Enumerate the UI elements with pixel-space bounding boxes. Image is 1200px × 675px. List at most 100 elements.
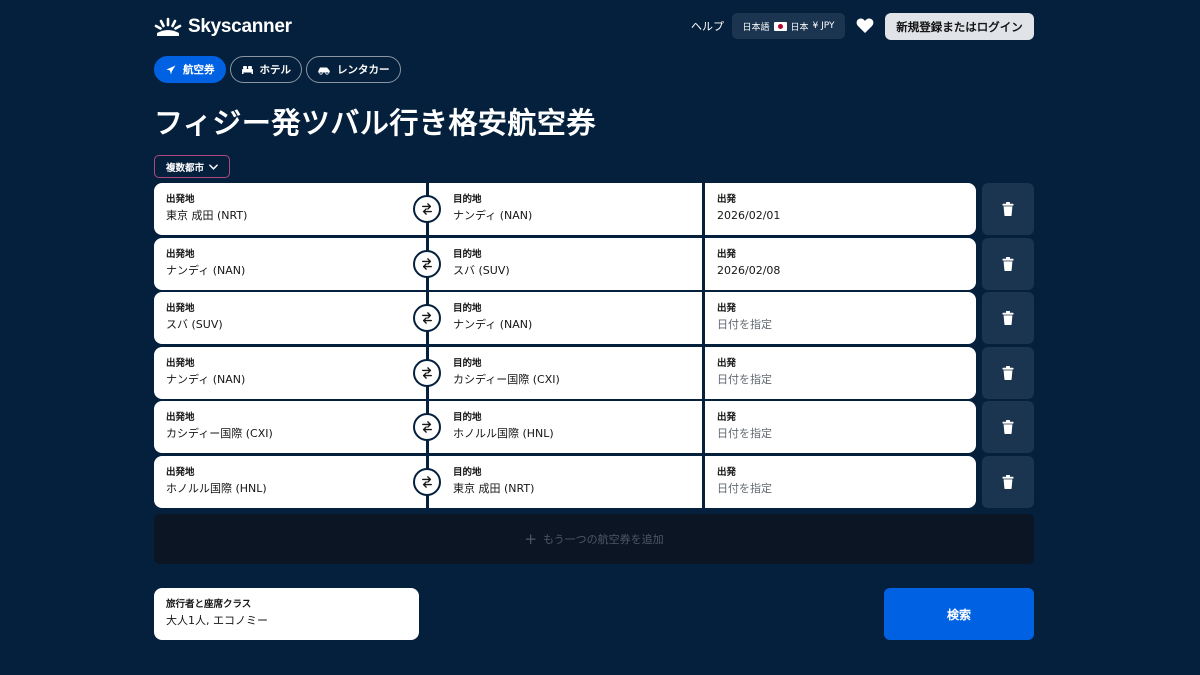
add-flight-label: もう一つの航空券を追加 bbox=[542, 533, 664, 546]
origin-field[interactable]: 出発地 ホノルル国際 (HNL) bbox=[154, 455, 426, 508]
delete-leg-button[interactable] bbox=[982, 237, 1034, 290]
origin-field[interactable]: 出発地 東京 成田 (NRT) bbox=[154, 183, 426, 235]
date-field[interactable]: 出発 2026/02/08 bbox=[705, 237, 976, 290]
destination-field[interactable]: 目的地 ナンディ (NAN) bbox=[429, 292, 702, 345]
flight-leg-row: 出発地 ホノルル国際 (HNL) 目的地 東京 成田 (NRT) 出発 日付を指… bbox=[154, 455, 1034, 508]
trip-type-label: 複数都市 bbox=[165, 162, 204, 174]
swap-icon bbox=[422, 366, 432, 379]
destination-field[interactable]: 目的地 ホノルル国際 (HNL) bbox=[429, 401, 702, 454]
origin-label: 出発地 bbox=[166, 412, 195, 424]
skyscanner-logo[interactable]: Skyscanner bbox=[154, 14, 292, 40]
delete-leg-button[interactable] bbox=[982, 455, 1034, 508]
swap-button[interactable] bbox=[413, 249, 441, 278]
date-field[interactable]: 出発 日付を指定 bbox=[705, 346, 976, 399]
tab-flights[interactable]: 航空券 bbox=[154, 56, 226, 83]
tab-label: レンタカー bbox=[337, 64, 390, 76]
login-button[interactable]: 新規登録またはログイン bbox=[885, 13, 1034, 40]
country-label: 日本 bbox=[790, 22, 809, 33]
plus-icon: + bbox=[524, 529, 537, 548]
origin-value: スバ (SUV) bbox=[166, 318, 223, 332]
currency-label: ¥ JPY bbox=[812, 21, 835, 31]
date-placeholder: 日付を指定 bbox=[717, 481, 772, 495]
tab-hotels[interactable]: ホテル bbox=[229, 56, 302, 83]
bed-icon bbox=[241, 66, 253, 74]
swap-icon bbox=[422, 421, 432, 434]
destination-field[interactable]: 目的地 ナンディ (NAN) bbox=[429, 183, 702, 235]
destination-value: ホノルル国際 (HNL) bbox=[453, 427, 554, 441]
chevron-down-icon bbox=[209, 163, 218, 170]
page-title: フィジー発ツバル行き格安航空券 bbox=[154, 106, 596, 140]
origin-label: 出発地 bbox=[166, 357, 195, 369]
flight-leg-row: 出発地 ナンディ (NAN) 目的地 カシディー国際 (CXI) 出発 日付を指… bbox=[154, 346, 1034, 399]
origin-label: 出発地 bbox=[166, 248, 195, 260]
tab-label: 航空券 bbox=[183, 64, 215, 76]
destination-label: 目的地 bbox=[453, 412, 482, 424]
swap-icon bbox=[422, 257, 432, 270]
trash-icon bbox=[1002, 256, 1014, 271]
flight-leg-row: 出発地 ナンディ (NAN) 目的地 スバ (SUV) 出発 2026/02/0… bbox=[154, 237, 1034, 290]
origin-value: ホノルル国際 (HNL) bbox=[166, 481, 267, 495]
swap-icon bbox=[422, 312, 432, 325]
trash-icon bbox=[1002, 311, 1014, 326]
destination-label: 目的地 bbox=[453, 248, 482, 260]
date-placeholder: 日付を指定 bbox=[717, 427, 772, 441]
date-label: 出発 bbox=[717, 194, 737, 205]
search-button[interactable]: 検索 bbox=[884, 588, 1034, 640]
swap-button[interactable] bbox=[413, 304, 441, 333]
origin-value: カシディー国際 (CXI) bbox=[166, 427, 273, 441]
sunrise-logo-icon bbox=[154, 17, 182, 36]
travellers-cabin-field[interactable]: 旅行者と座席クラス 大人1人, エコノミー bbox=[154, 588, 419, 640]
destination-value: 東京 成田 (NRT) bbox=[453, 481, 535, 495]
origin-label: 出発地 bbox=[166, 466, 195, 478]
origin-value: ナンディ (NAN) bbox=[166, 263, 246, 277]
tab-label: ホテル bbox=[259, 64, 292, 76]
trash-icon bbox=[1002, 474, 1014, 489]
delete-leg-button[interactable] bbox=[982, 401, 1034, 454]
destination-value: ナンディ (NAN) bbox=[453, 318, 533, 332]
destination-label: 目的地 bbox=[453, 357, 482, 369]
date-label: 出発 bbox=[717, 303, 737, 315]
add-flight-button[interactable]: + もう一つの航空券を追加 bbox=[154, 514, 1034, 564]
product-tabs: 航空券 ホテル レンタカー bbox=[154, 56, 401, 83]
date-field[interactable]: 出発 2026/02/01 bbox=[705, 183, 976, 235]
tab-car-hire[interactable]: レンタカー bbox=[306, 56, 401, 83]
swap-button[interactable] bbox=[413, 358, 441, 387]
origin-field[interactable]: 出発地 カシディー国際 (CXI) bbox=[154, 401, 426, 454]
page: Skyscanner ヘルプ 日本語 日本 ¥ JPY 新規登録またはログイン … bbox=[154, 0, 1034, 675]
date-field[interactable]: 出発 日付を指定 bbox=[705, 401, 976, 454]
destination-value: スバ (SUV) bbox=[453, 263, 510, 277]
flight-leg-row: 出発地 東京 成田 (NRT) 目的地 ナンディ (NAN) 出発 2026/0… bbox=[154, 183, 1034, 235]
origin-field[interactable]: 出発地 ナンディ (NAN) bbox=[154, 237, 426, 290]
flight-legs: 出発地 東京 成田 (NRT) 目的地 ナンディ (NAN) 出発 2026/0… bbox=[154, 183, 1034, 511]
destination-field[interactable]: 目的地 東京 成田 (NRT) bbox=[429, 455, 702, 508]
flight-leg-row: 出発地 スバ (SUV) 目的地 ナンディ (NAN) 出発 日付を指定 bbox=[154, 292, 1034, 345]
origin-value: 東京 成田 (NRT) bbox=[166, 209, 248, 222]
delete-leg-button[interactable] bbox=[982, 346, 1034, 399]
logo-text: Skyscanner bbox=[188, 16, 292, 37]
date-field[interactable]: 出発 日付を指定 bbox=[705, 292, 976, 345]
date-field[interactable]: 出発 日付を指定 bbox=[705, 455, 976, 508]
plane-icon bbox=[166, 65, 176, 74]
swap-button[interactable] bbox=[413, 467, 441, 496]
destination-field[interactable]: 目的地 スバ (SUV) bbox=[429, 237, 702, 290]
origin-field[interactable]: 出発地 ナンディ (NAN) bbox=[154, 346, 426, 399]
destination-label: 目的地 bbox=[453, 194, 482, 205]
origin-value: ナンディ (NAN) bbox=[166, 372, 246, 386]
locale-selector[interactable]: 日本語 日本 ¥ JPY bbox=[732, 13, 845, 39]
origin-field[interactable]: 出発地 スバ (SUV) bbox=[154, 292, 426, 345]
delete-leg-button[interactable] bbox=[982, 183, 1034, 235]
trip-type-dropdown[interactable]: 複数都市 bbox=[154, 155, 230, 178]
date-label: 出発 bbox=[717, 466, 737, 478]
travellers-label: 旅行者と座席クラス bbox=[166, 599, 252, 610]
destination-field[interactable]: 目的地 カシディー国際 (CXI) bbox=[429, 346, 702, 399]
destination-value: ナンディ (NAN) bbox=[453, 209, 533, 222]
help-link[interactable]: ヘルプ bbox=[691, 18, 724, 34]
date-value: 2026/02/01 bbox=[717, 209, 781, 222]
trash-icon bbox=[1002, 202, 1014, 216]
heart-icon[interactable] bbox=[856, 17, 874, 38]
date-label: 出発 bbox=[717, 412, 737, 424]
delete-leg-button[interactable] bbox=[982, 292, 1034, 345]
swap-button[interactable] bbox=[413, 195, 441, 223]
trash-icon bbox=[1002, 365, 1014, 380]
car-icon bbox=[318, 67, 330, 75]
